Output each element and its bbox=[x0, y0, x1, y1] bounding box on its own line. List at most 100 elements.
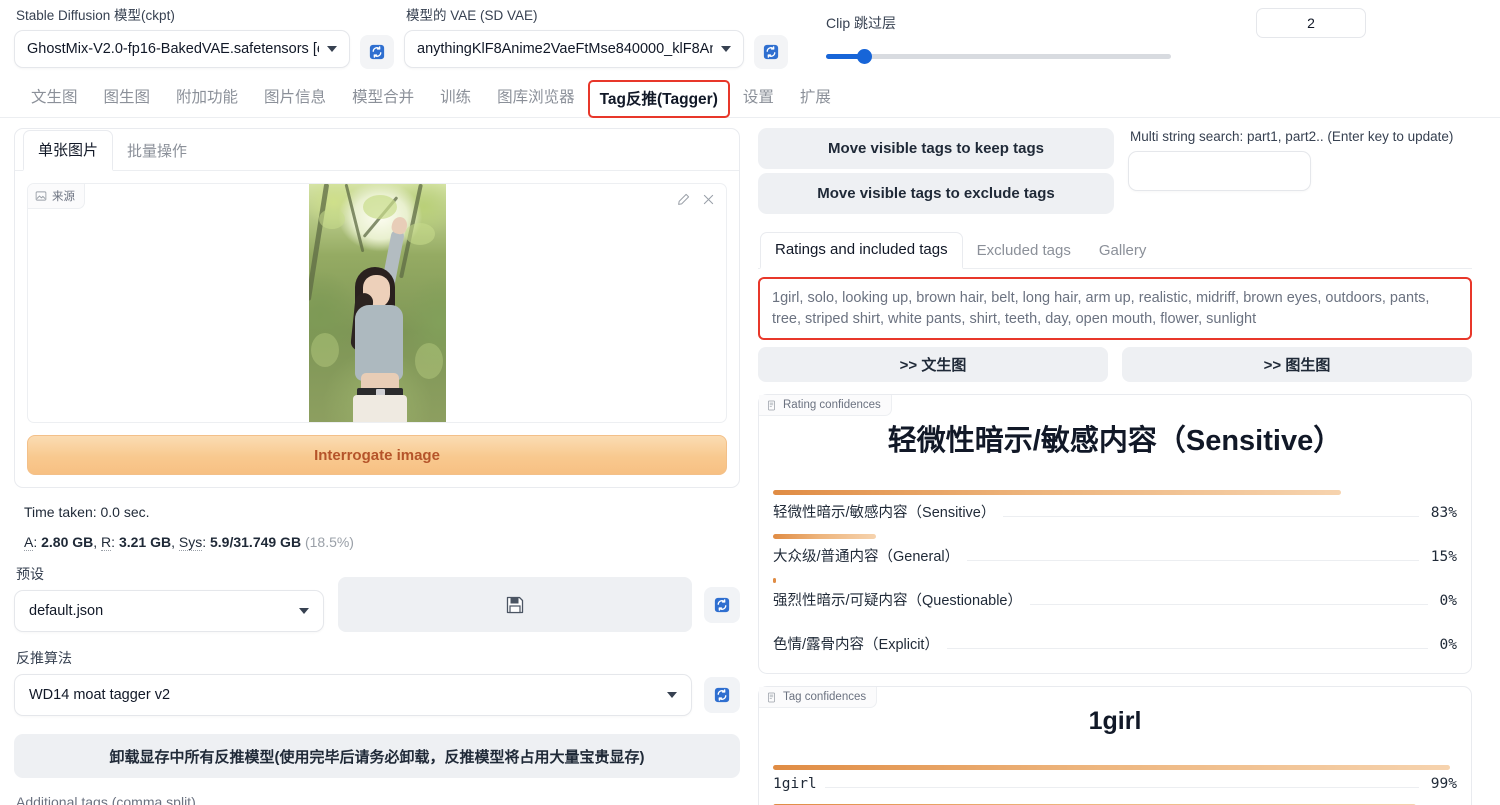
subtab-batch[interactable]: 批量操作 bbox=[113, 132, 201, 170]
rating-bar-label: 色情/露骨内容（Explicit） bbox=[773, 633, 947, 655]
tab-ratings-and-included-tags[interactable]: Ratings and included tags bbox=[760, 232, 963, 269]
label-icon bbox=[767, 692, 775, 703]
right-top-row: Move visible tags to keep tags Move visi… bbox=[758, 128, 1472, 218]
chevron-down-icon bbox=[327, 46, 337, 52]
vae-field-group: 模型的 VAE (SD VAE) anythingKlF8Anime2VaeFt… bbox=[404, 8, 744, 68]
left-subtabs: 单张图片 批量操作 bbox=[15, 129, 739, 171]
move-to-exclude-tags-button[interactable]: Move visible tags to exclude tags bbox=[758, 173, 1114, 214]
tab-excluded-tags[interactable]: Excluded tags bbox=[963, 234, 1085, 268]
save-floppy-icon bbox=[506, 596, 524, 613]
send-to-img2img-button[interactable]: >> 图生图 bbox=[1122, 347, 1472, 383]
tag-bar-leader bbox=[824, 787, 1419, 789]
mem-sys-value: 5.9/31.749 GB bbox=[210, 534, 302, 550]
memory-info-text: A: 2.80 GB, R: 3.21 GB, Sys: 5.9/31.749 … bbox=[24, 534, 354, 551]
close-icon[interactable] bbox=[701, 192, 716, 207]
clip-skip-slider[interactable] bbox=[826, 48, 1171, 66]
right-tabs: Ratings and included tags Excluded tags … bbox=[758, 232, 1472, 269]
rating-bar-label: 大众级/普通内容（General） bbox=[773, 545, 968, 567]
ckpt-label: Stable Diffusion 模型(ckpt) bbox=[16, 8, 175, 23]
multi-string-search-input[interactable] bbox=[1128, 151, 1311, 191]
interrogator-select[interactable]: WD14 moat tagger v2 bbox=[14, 674, 692, 716]
tab-extensions[interactable]: 扩展 bbox=[787, 81, 844, 117]
rating-bar-item: 强烈性暗示/可疑内容（Questionable） 0% bbox=[773, 573, 1457, 617]
unload-models-button[interactable]: 卸载显存中所有反推模型(使用完毕后请务必卸载，反推模型将占用大量宝贵显存) bbox=[14, 734, 740, 778]
tag-confidences-panel: Tag confidences 1girl 1girl 99% bbox=[758, 686, 1472, 805]
interrogate-image-button[interactable]: Interrogate image bbox=[27, 435, 727, 475]
tab-img2img[interactable]: 图生图 bbox=[91, 81, 164, 117]
tag-bar-item: 1girl 99% bbox=[773, 760, 1457, 799]
vae-select[interactable]: anythingKlF8Anime2VaeFtMse840000_klF8Ani… bbox=[404, 30, 744, 68]
tag-bar-row: 1girl 99% bbox=[773, 770, 1457, 799]
slider-track bbox=[826, 54, 1171, 59]
tag-bar-label: 1girl bbox=[773, 776, 825, 793]
move-to-keep-tags-button[interactable]: Move visible tags to keep tags bbox=[758, 128, 1114, 169]
refresh-preset-button[interactable] bbox=[704, 587, 740, 623]
chevron-down-icon bbox=[299, 608, 309, 614]
ckpt-select[interactable]: GhostMix-V2.0-fp16-BakedVAE.safetensors … bbox=[14, 30, 350, 68]
tab-txt2img[interactable]: 文生图 bbox=[18, 81, 91, 117]
source-image-thumbnail[interactable] bbox=[308, 184, 446, 422]
rating-bar-row: 轻微性暗示/敏感内容（Sensitive） 83% bbox=[773, 495, 1457, 529]
photo-pants bbox=[352, 395, 407, 422]
tab-train[interactable]: 训练 bbox=[427, 81, 484, 117]
rating-bar-label: 轻微性暗示/敏感内容（Sensitive） bbox=[773, 501, 1004, 523]
slider-thumb[interactable] bbox=[857, 49, 873, 64]
tab-gallery-browser[interactable]: 图库浏览器 bbox=[484, 81, 588, 117]
move-buttons-group: Move visible tags to keep tags Move visi… bbox=[758, 128, 1114, 218]
save-preset-button[interactable] bbox=[338, 577, 692, 632]
tab-settings[interactable]: 设置 bbox=[730, 81, 787, 117]
rating-bar-leader bbox=[967, 560, 1419, 562]
rating-bar-row: 大众级/普通内容（General） 15% bbox=[773, 539, 1457, 573]
chevron-down-icon bbox=[667, 692, 677, 698]
rating-confidences-panel: Rating confidences 轻微性暗示/敏感内容（Sensitive）… bbox=[758, 394, 1472, 675]
tab-tagger[interactable]: Tag反推(Tagger) bbox=[587, 80, 730, 118]
interrogator-value: WD14 moat tagger v2 bbox=[29, 687, 171, 703]
send-to-txt2img-button[interactable]: >> 文生图 bbox=[758, 347, 1108, 383]
image-drop-area[interactable]: 来源 bbox=[27, 183, 727, 423]
tag-confidences-badge-label: Tag confidences bbox=[783, 691, 867, 704]
rating-bar-item: 色情/露骨内容（Explicit） 0% bbox=[773, 617, 1457, 661]
left-column: 单张图片 批量操作 来源 Interrogate image Time take… bbox=[14, 128, 740, 805]
multi-string-search-label: Multi string search: part1, part2.. (Ent… bbox=[1130, 129, 1454, 144]
image-tools bbox=[676, 192, 716, 207]
rating-bar-item: 大众级/普通内容（General） 15% bbox=[773, 529, 1457, 573]
tab-pnginfo[interactable]: 图片信息 bbox=[251, 81, 339, 117]
mem-r-value: 3.21 GB bbox=[118, 534, 172, 550]
tab-checkpoint-merger[interactable]: 模型合并 bbox=[339, 81, 427, 117]
rating-bar-label: 强烈性暗示/可疑内容（Questionable） bbox=[773, 589, 1030, 611]
clip-skip-row: Clip 跳过层 2 bbox=[826, 8, 1426, 38]
photo-shirt bbox=[354, 305, 403, 381]
rating-bar-value: 15% bbox=[1422, 549, 1457, 566]
refresh-vae-button[interactable] bbox=[754, 35, 788, 69]
refresh-icon bbox=[369, 44, 385, 60]
single-image-panel: 单张图片 批量操作 来源 Interrogate image bbox=[14, 128, 740, 488]
label-icon bbox=[767, 400, 775, 411]
result-tags-textarea[interactable]: 1girl, solo, looking up, brown hair, bel… bbox=[758, 277, 1472, 341]
refresh-ckpt-button[interactable] bbox=[360, 35, 394, 69]
mem-a-key: A bbox=[24, 534, 34, 551]
tab-gallery[interactable]: Gallery bbox=[1085, 234, 1161, 268]
rating-bar-row: 强烈性暗示/可疑内容（Questionable） 0% bbox=[773, 583, 1457, 617]
tab-extras[interactable]: 附加功能 bbox=[163, 81, 251, 117]
preset-select[interactable]: default.json bbox=[14, 590, 324, 632]
rating-bar-value: 83% bbox=[1422, 505, 1457, 522]
image-icon bbox=[35, 191, 47, 201]
rating-bar-item: 轻微性暗示/敏感内容（Sensitive） 83% bbox=[773, 485, 1457, 529]
ratings-tab-content: 1girl, solo, looking up, brown hair, bel… bbox=[758, 269, 1472, 805]
interrogator-group: 反推算法 WD14 moat tagger v2 bbox=[14, 648, 740, 716]
tag-bar-item: solo 94% bbox=[773, 799, 1457, 805]
right-column: Move visible tags to keep tags Move visi… bbox=[758, 128, 1472, 805]
tag-bar-value: 99% bbox=[1422, 776, 1457, 793]
refresh-icon bbox=[763, 44, 779, 60]
ckpt-value: GhostMix-V2.0-fp16-BakedVAE.safetensors … bbox=[27, 41, 319, 57]
rating-confidences-badge-label: Rating confidences bbox=[783, 399, 881, 412]
rating-bar-leader bbox=[1003, 516, 1419, 518]
multi-string-search-group: Multi string search: part1, part2.. (Ent… bbox=[1128, 128, 1472, 191]
preset-group: 预设 default.json bbox=[14, 564, 324, 632]
refresh-interrogator-button[interactable] bbox=[704, 677, 740, 713]
rating-bar-value: 0% bbox=[1431, 593, 1457, 610]
edit-pencil-icon[interactable] bbox=[676, 192, 691, 207]
clip-skip-number-input[interactable]: 2 bbox=[1256, 8, 1366, 38]
clip-skip-group: Clip 跳过层 2 bbox=[826, 8, 1426, 66]
subtab-single-image[interactable]: 单张图片 bbox=[23, 130, 114, 171]
